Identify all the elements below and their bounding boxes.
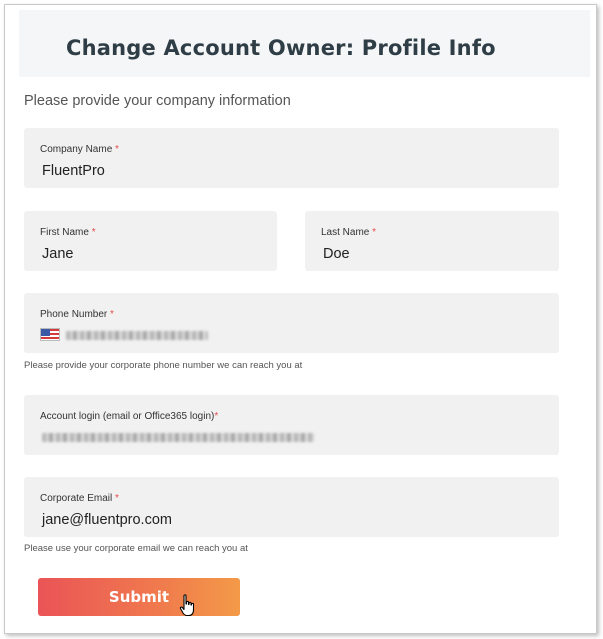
- required-marker: *: [91, 227, 96, 238]
- required-marker: *: [372, 227, 377, 238]
- phone-number-label: Phone Number *: [40, 309, 114, 320]
- phone-number-field[interactable]: Phone Number *: [24, 293, 559, 353]
- redacted-phone-value: [66, 331, 208, 340]
- intro-text: Please provide your company information: [24, 93, 291, 109]
- phone-hint: Please provide your corporate phone numb…: [24, 360, 303, 371]
- email-hint: Please use your corporate email we can r…: [24, 543, 248, 554]
- first-name-field[interactable]: First Name * Jane: [24, 211, 277, 271]
- corporate-email-label: Corporate Email *: [40, 493, 119, 504]
- company-name-field[interactable]: Company Name * FluentPro: [24, 128, 559, 188]
- submit-button[interactable]: Submit: [38, 578, 240, 616]
- us-flag-icon[interactable]: [40, 328, 60, 341]
- required-marker: *: [115, 144, 119, 155]
- first-name-value: Jane: [42, 246, 74, 262]
- corporate-email-field[interactable]: Corporate Email * jane@fluentpro.com: [24, 477, 559, 537]
- last-name-value: Doe: [323, 246, 350, 262]
- required-marker: *: [110, 309, 114, 320]
- dialog-header: Change Account Owner: Profile Info: [19, 10, 590, 77]
- required-marker: *: [115, 493, 119, 504]
- company-name-value: FluentPro: [42, 163, 105, 179]
- required-marker: *: [214, 411, 219, 422]
- account-login-label: Account login (email or Office365 login)…: [40, 411, 219, 422]
- company-name-label: Company Name *: [40, 144, 119, 155]
- page-title: Change Account Owner: Profile Info: [66, 36, 496, 60]
- redacted-login-value: [42, 433, 314, 442]
- last-name-field[interactable]: Last Name * Doe: [305, 211, 559, 271]
- hand-cursor-icon: [179, 594, 195, 617]
- profile-info-dialog: Change Account Owner: Profile Info Pleas…: [4, 4, 597, 634]
- last-name-label: Last Name *: [321, 227, 377, 238]
- first-name-label: First Name *: [40, 227, 96, 238]
- account-login-field[interactable]: Account login (email or Office365 login)…: [24, 395, 559, 455]
- corporate-email-value: jane@fluentpro.com: [42, 512, 172, 528]
